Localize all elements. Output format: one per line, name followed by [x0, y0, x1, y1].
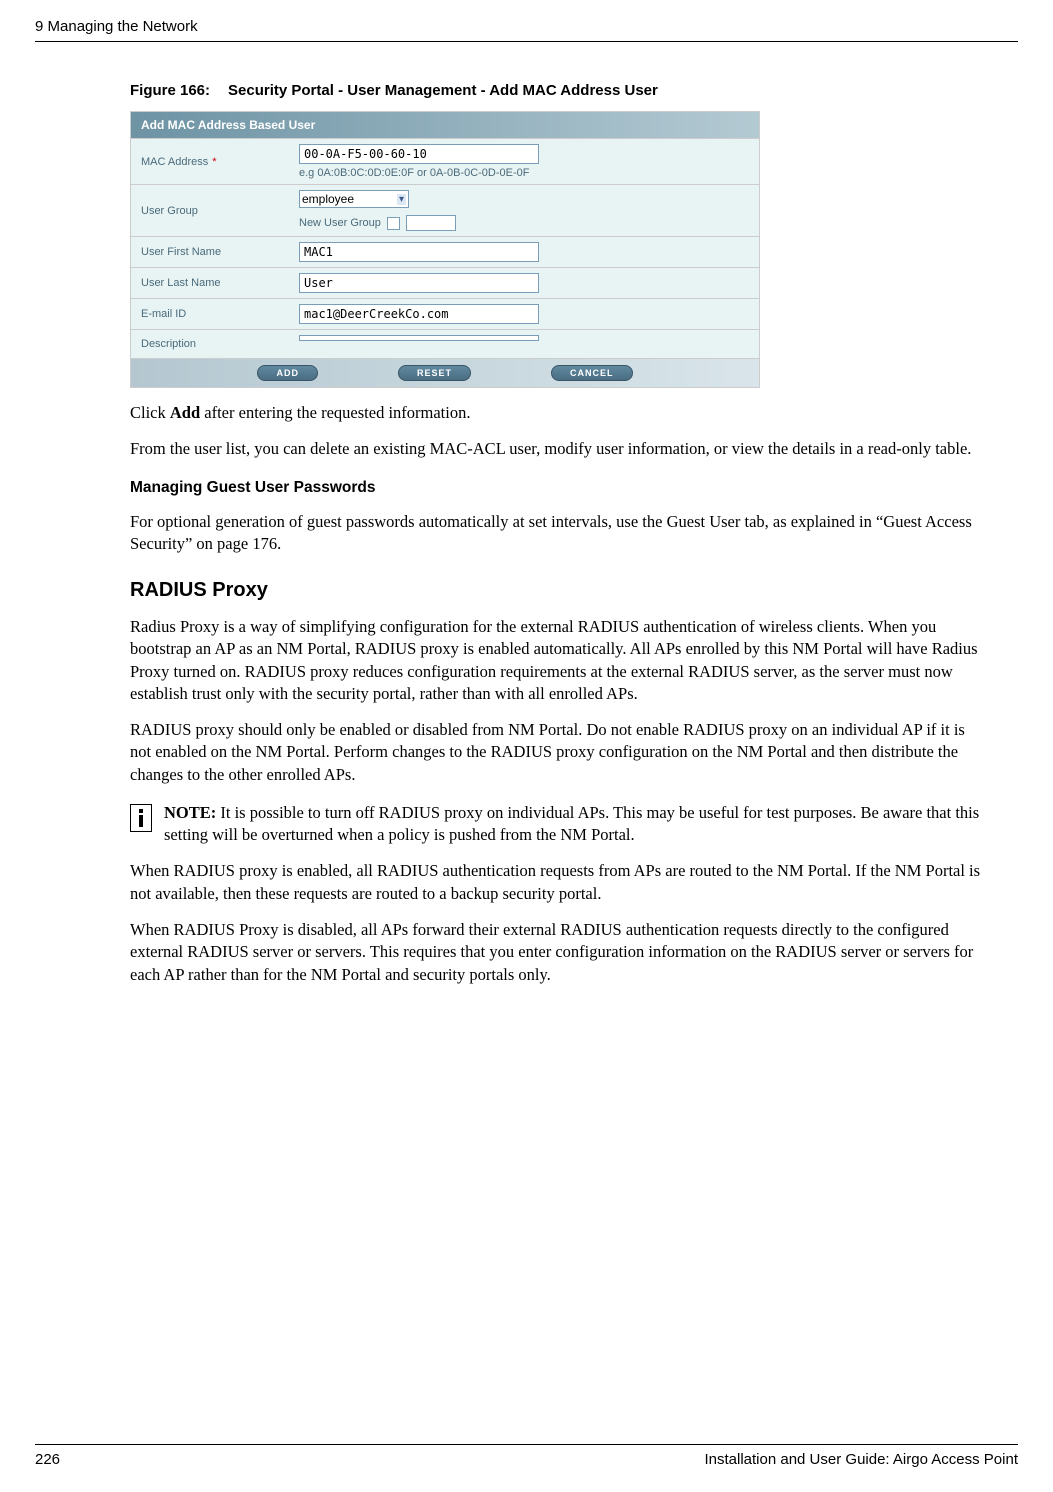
paragraph-radius-intro: Radius Proxy is a way of simplifying con… — [130, 616, 983, 705]
label-text: MAC Address — [141, 156, 208, 168]
user-group-selected: employee — [302, 192, 354, 206]
note-text: NOTE: It is possible to turn off RADIUS … — [164, 802, 983, 847]
chapter-label: 9 Managing the Network — [35, 18, 198, 35]
button-row: ADD RESET CANCEL — [131, 358, 759, 387]
add-button[interactable]: ADD — [257, 365, 318, 381]
label-description: Description — [131, 330, 291, 358]
note-block: NOTE: It is possible to turn off RADIUS … — [130, 802, 983, 847]
cancel-button[interactable]: CANCEL — [551, 365, 633, 381]
label-first-name: User First Name — [131, 237, 291, 267]
row-mac-address: MAC Address * 00-0A-F5-00-60-10 e.g 0A:0… — [131, 138, 759, 184]
value-first-name: MAC1 — [291, 237, 759, 267]
note-body: It is possible to turn off RADIUS proxy … — [164, 803, 979, 844]
row-first-name: User First Name MAC1 — [131, 236, 759, 267]
paragraph-radius-enable: RADIUS proxy should only be enabled or d… — [130, 719, 983, 786]
description-input[interactable] — [299, 335, 539, 341]
label-user-group: User Group — [131, 185, 291, 236]
new-user-group-checkbox[interactable] — [387, 217, 400, 230]
value-user-group: employee ▾ New User Group — [291, 185, 759, 236]
panel-title: Add MAC Address Based User — [131, 112, 759, 138]
last-name-input[interactable]: User — [299, 273, 539, 293]
paragraph-user-list: From the user list, you can delete an ex… — [130, 438, 983, 460]
figure-title: Security Portal - User Management - Add … — [228, 82, 658, 99]
heading-radius-proxy: RADIUS Proxy — [130, 579, 983, 602]
row-description: Description — [131, 329, 759, 358]
value-last-name: User — [291, 268, 759, 298]
paragraph-guest-passwords: For optional generation of guest passwor… — [130, 511, 983, 556]
row-last-name: User Last Name User — [131, 267, 759, 298]
figure-caption: Figure 166: Security Portal - User Manage… — [130, 82, 983, 99]
text: Click — [130, 403, 170, 422]
add-bold: Add — [170, 403, 200, 422]
value-email: mac1@DeerCreekCo.com — [291, 299, 759, 329]
label-last-name: User Last Name — [131, 268, 291, 298]
user-group-select[interactable]: employee ▾ — [299, 190, 409, 208]
figure-number: Figure 166: — [130, 82, 210, 99]
page-footer: 226 Installation and User Guide: Airgo A… — [35, 1444, 1018, 1468]
mac-address-hint: e.g 0A:0B:0C:0D:0E:0F or 0A-0B-0C-0D-0E-… — [299, 167, 751, 179]
paragraph-radius-disabled: When RADIUS Proxy is disabled, all APs f… — [130, 919, 983, 986]
chevron-down-icon: ▾ — [397, 194, 406, 205]
mac-address-input[interactable]: 00-0A-F5-00-60-10 — [299, 144, 539, 164]
note-label: NOTE: — [164, 803, 216, 822]
row-email: E-mail ID mac1@DeerCreekCo.com — [131, 298, 759, 329]
new-user-group-row: New User Group — [299, 215, 751, 231]
screenshot-panel: Add MAC Address Based User MAC Address *… — [130, 111, 760, 388]
new-user-group-input[interactable] — [406, 215, 456, 231]
email-input[interactable]: mac1@DeerCreekCo.com — [299, 304, 539, 324]
value-description — [291, 330, 759, 358]
row-user-group: User Group employee ▾ New User Group — [131, 184, 759, 236]
first-name-input[interactable]: MAC1 — [299, 242, 539, 262]
page-number: 226 — [35, 1451, 60, 1468]
new-user-group-label: New User Group — [299, 217, 381, 229]
required-marker: * — [212, 156, 216, 168]
paragraph-click-add: Click Add after entering the requested i… — [130, 402, 983, 424]
label-mac-address: MAC Address * — [131, 139, 291, 184]
text: after entering the requested information… — [200, 403, 470, 422]
page-header: 9 Managing the Network — [35, 0, 1018, 42]
label-email: E-mail ID — [131, 299, 291, 329]
page-content: Figure 166: Security Portal - User Manage… — [0, 82, 1053, 986]
doc-title: Installation and User Guide: Airgo Acces… — [704, 1451, 1018, 1468]
info-icon — [130, 804, 152, 832]
reset-button[interactable]: RESET — [398, 365, 471, 381]
paragraph-radius-enabled: When RADIUS proxy is enabled, all RADIUS… — [130, 860, 983, 905]
value-mac-address: 00-0A-F5-00-60-10 e.g 0A:0B:0C:0D:0E:0F … — [291, 139, 759, 184]
subheading-guest-passwords: Managing Guest User Passwords — [130, 479, 983, 497]
